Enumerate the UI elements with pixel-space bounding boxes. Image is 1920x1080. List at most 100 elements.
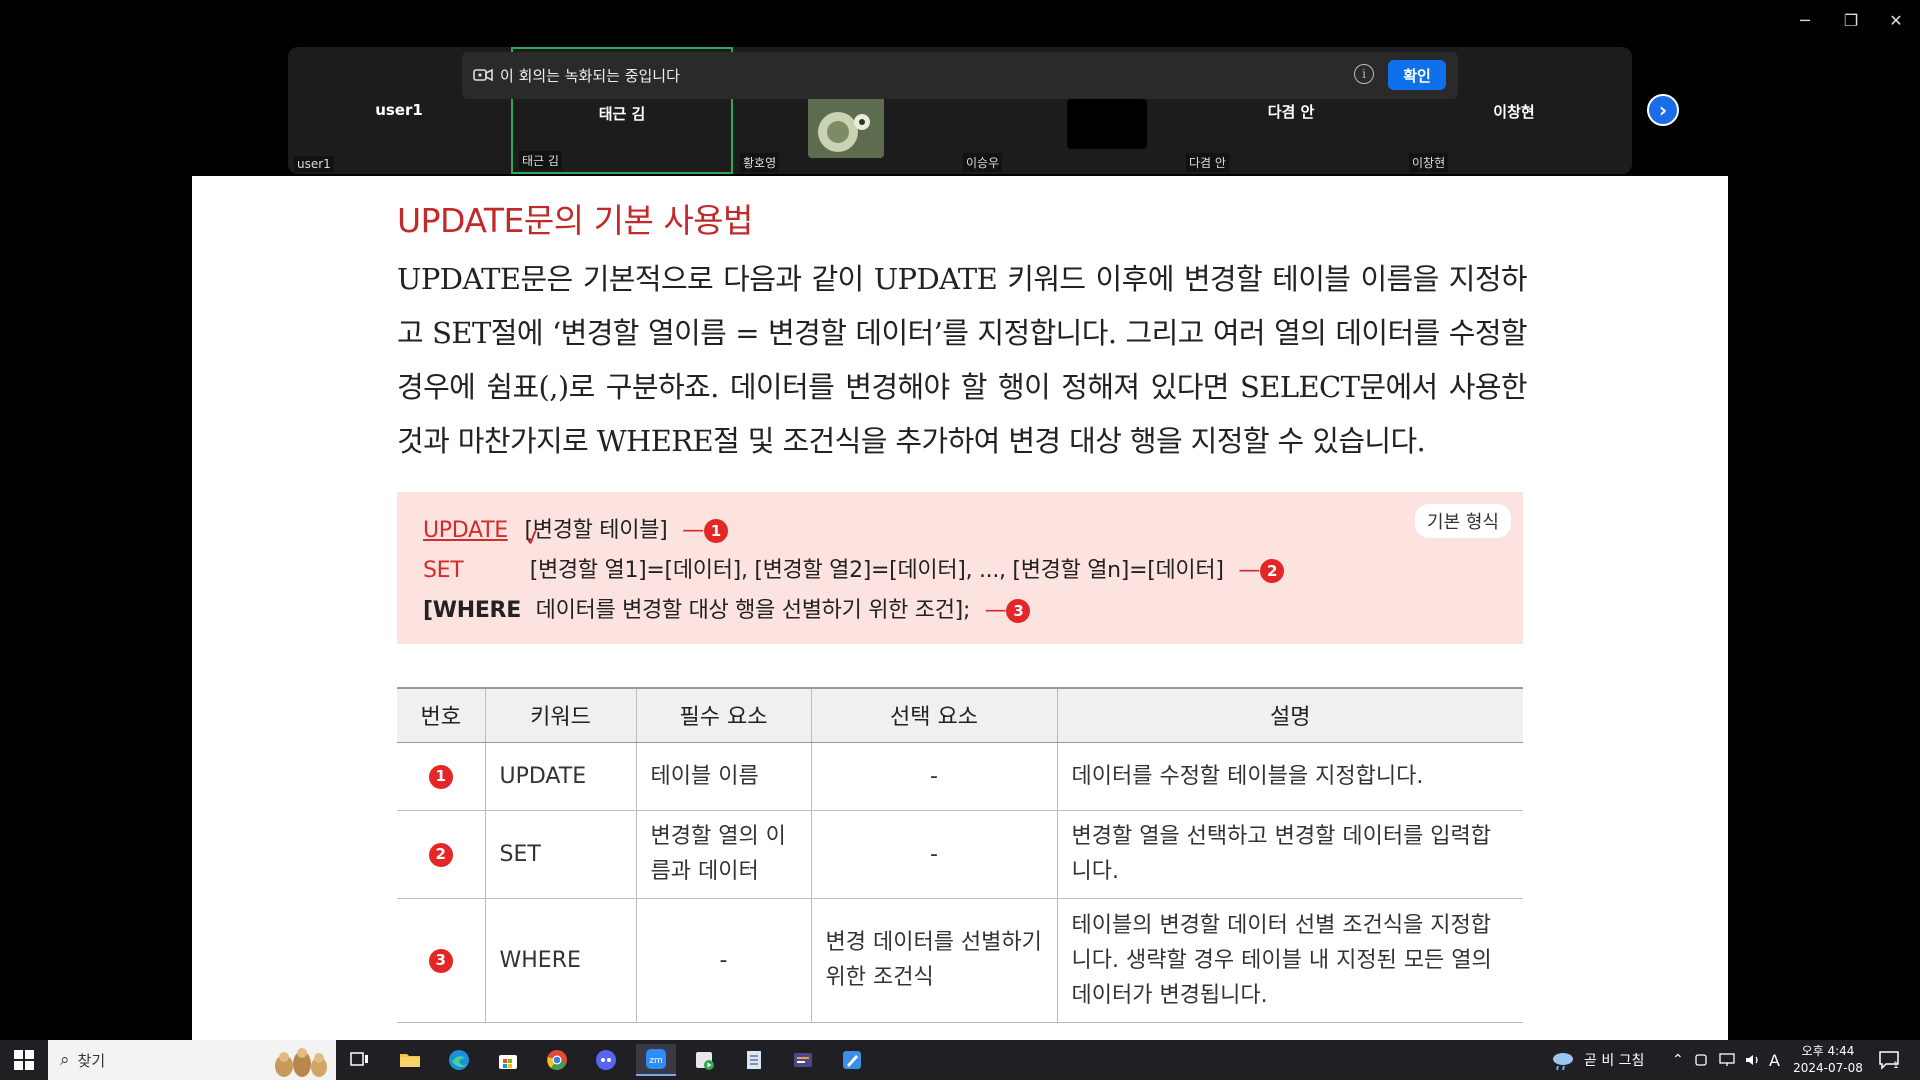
- section-title: UPDATE문의 기본 사용법: [397, 201, 753, 240]
- required-cell: -: [635, 898, 811, 1023]
- volume-icon[interactable]: [1744, 1040, 1762, 1080]
- column-header: 필수 요소: [635, 687, 811, 743]
- microsoft-store-icon[interactable]: [488, 1044, 528, 1076]
- close-window-button[interactable]: ✕: [1876, 6, 1916, 34]
- participant-avatar: [808, 92, 884, 158]
- keyword-cell: SET: [484, 810, 636, 899]
- tray-overflow-icon[interactable]: ⌃: [1672, 1040, 1684, 1080]
- participant-corner-name: 태근 김: [519, 151, 562, 170]
- participant-center-name: 이창현: [1493, 103, 1535, 121]
- syntax-dash: —: [1238, 558, 1261, 583]
- number-badge-icon: 2: [428, 842, 453, 867]
- number-badge-icon: 3: [1006, 599, 1031, 623]
- syntax-dash: —: [984, 598, 1007, 623]
- syntax-keyword: UPDATE: [423, 518, 508, 543]
- syntax-line-set: SET [변경할 열1]=[데이터], [변경할 열2]=[데이터], ...,…: [423, 552, 1285, 584]
- recording-notice-text: 이 회의는 녹화되는 중입니다: [500, 67, 680, 85]
- confirm-button[interactable]: 확인: [1388, 60, 1446, 90]
- syntax-dash: —: [682, 518, 704, 543]
- task-view-icon[interactable]: [340, 1044, 380, 1076]
- notification-center-icon[interactable]: 1: [1878, 1040, 1900, 1080]
- minimize-button[interactable]: ─: [1785, 6, 1825, 34]
- search-label: 찾기: [77, 1051, 106, 1070]
- participant-corner-name: 이창현: [1409, 153, 1449, 172]
- rain-cloud-icon: [1553, 1053, 1573, 1071]
- number-badge-icon: 1: [428, 764, 453, 789]
- edge-browser-icon[interactable]: [439, 1044, 479, 1076]
- table-row: 1 UPDATE 테이블 이름 - 데이터를 수정할 테이블을 지정합니다.: [397, 742, 1523, 811]
- file-explorer-icon[interactable]: [390, 1044, 430, 1076]
- recording-banner: 이 회의는 녹화되는 중입니다 i 확인: [462, 52, 1458, 99]
- keyword-cell: WHERE: [484, 898, 636, 1023]
- svg-text:zm: zm: [649, 1056, 663, 1066]
- participant-center-name: 태근 김: [598, 105, 646, 123]
- recording-camera-icon: [473, 68, 493, 82]
- discord-icon[interactable]: [586, 1044, 626, 1076]
- clock-date: 2024-07-08: [1793, 1061, 1863, 1075]
- syntax-text: [변경할 열1]=[데이터], [변경할 열2]=[데이터], ..., [변경…: [529, 558, 1224, 583]
- media-player-icon[interactable]: [685, 1044, 725, 1076]
- ide-app-icon[interactable]: [783, 1044, 823, 1076]
- windows-taskbar: ⌕ 찾기 zm 곧 비 그침 ⌃ A 오후 4:44 2024-07-08 1: [0, 1040, 1920, 1080]
- meet-now-icon[interactable]: [1694, 1040, 1710, 1080]
- optional-cell: -: [810, 742, 1057, 811]
- syntax-text: 데이터를 변경할 대상 행을 선별하기 위한 조건];: [535, 598, 971, 623]
- description-cell: 데이터를 수정할 테이블을 지정합니다.: [1056, 742, 1523, 811]
- zoom-meeting-window: ─ ❐ ✕ user1 user1 태근 김 태근 김 황호영 이승우 다겸 안…: [0, 0, 1920, 1080]
- participant-video-feed: [1067, 99, 1147, 149]
- number-badge-icon: 2: [1260, 559, 1285, 583]
- number-cell: 1: [397, 742, 485, 811]
- restore-button[interactable]: ❐: [1831, 6, 1871, 34]
- participant-corner-name: 이승우: [963, 153, 1003, 172]
- column-header: 선택 요소: [810, 687, 1057, 743]
- start-button[interactable]: [4, 1040, 44, 1080]
- taskbar-clock[interactable]: 오후 4:44 2024-07-08: [1788, 1043, 1868, 1077]
- syntax-box: 기본 형식 UPDATE ✓ [변경할 테이블] —1 SET [변경할 열1]…: [397, 492, 1523, 644]
- table-row: 2 SET 변경할 열의 이름과 데이터 - 변경할 열을 선택하고 변경할 데…: [397, 810, 1523, 899]
- column-header: 설명: [1056, 687, 1523, 743]
- required-cell: 변경할 열의 이름과 데이터: [635, 810, 811, 899]
- number-badge-icon: 1: [703, 519, 728, 543]
- network-icon[interactable]: [1718, 1040, 1736, 1080]
- table-row: 3 WHERE - 변경 데이터를 선별하기 위한 조건식 테이블의 변경할 데…: [397, 898, 1523, 1023]
- participant-corner-name: user1: [294, 156, 334, 172]
- search-highlight-illustration-icon: [275, 1048, 327, 1077]
- syntax-keyword: [WHERE: [423, 598, 521, 623]
- table-header-row: 번호 키워드 필수 요소 선택 요소 설명: [397, 687, 1523, 743]
- syntax-text: [변경할 테이블]: [524, 518, 668, 543]
- shared-screen-document: UPDATE문의 기본 사용법 UPDATE문은 기본적으로 다음과 같이 UP…: [192, 176, 1728, 1040]
- description-cell: 변경할 열을 선택하고 변경할 데이터를 입력합니다.: [1056, 810, 1523, 899]
- search-icon: ⌕: [60, 1050, 70, 1070]
- optional-cell: -: [810, 810, 1057, 899]
- keyword-cell: UPDATE: [484, 742, 636, 811]
- paint-app-icon[interactable]: [832, 1044, 872, 1076]
- column-header: 키워드: [484, 687, 636, 743]
- description-cell: 테이블의 변경할 데이터 선별 조건식을 지정합니다. 생략할 경우 테이블 내…: [1056, 898, 1523, 1023]
- basic-form-badge: 기본 형식: [1415, 504, 1511, 538]
- optional-cell: 변경 데이터를 선별하기 위한 조건식: [810, 898, 1057, 1023]
- info-icon[interactable]: i: [1354, 64, 1374, 84]
- participant-center-name: user1: [375, 101, 423, 119]
- required-cell: 테이블 이름: [635, 742, 811, 811]
- participant-corner-name: 황호영: [740, 153, 780, 172]
- number-badge-icon: 3: [428, 948, 453, 973]
- chrome-icon[interactable]: [537, 1044, 577, 1076]
- notification-count: 1: [1893, 1061, 1899, 1071]
- syntax-line-where: [WHERE 데이터를 변경할 대상 행을 선별하기 위한 조건]; —3: [423, 592, 1031, 624]
- next-participants-button[interactable]: ›: [1647, 94, 1679, 126]
- ime-indicator[interactable]: A: [1769, 1040, 1780, 1080]
- notepad-icon[interactable]: [734, 1044, 774, 1076]
- zoom-app-icon[interactable]: zm: [636, 1044, 676, 1076]
- windows-logo-icon: [14, 1050, 34, 1070]
- syntax-line-update: UPDATE ✓ [변경할 테이블] —1: [423, 512, 728, 553]
- clock-time: 오후 4:44: [1801, 1044, 1855, 1058]
- participant-center-name: 다겸 안: [1267, 103, 1315, 121]
- taskbar-search-box[interactable]: ⌕ 찾기: [48, 1040, 336, 1080]
- number-cell: 3: [397, 898, 485, 1023]
- section-paragraph: UPDATE문은 기본적으로 다음과 같이 UPDATE 키워드 이후에 변경할…: [397, 262, 1528, 458]
- syntax-keyword: SET: [423, 558, 464, 583]
- column-header: 번호: [397, 687, 485, 743]
- keyword-table: 번호 키워드 필수 요소 선택 요소 설명 1 UPDATE 테이블 이름 - …: [397, 687, 1523, 1023]
- number-cell: 2: [397, 810, 485, 899]
- weather-widget[interactable]: 곧 비 그침: [1550, 1040, 1644, 1080]
